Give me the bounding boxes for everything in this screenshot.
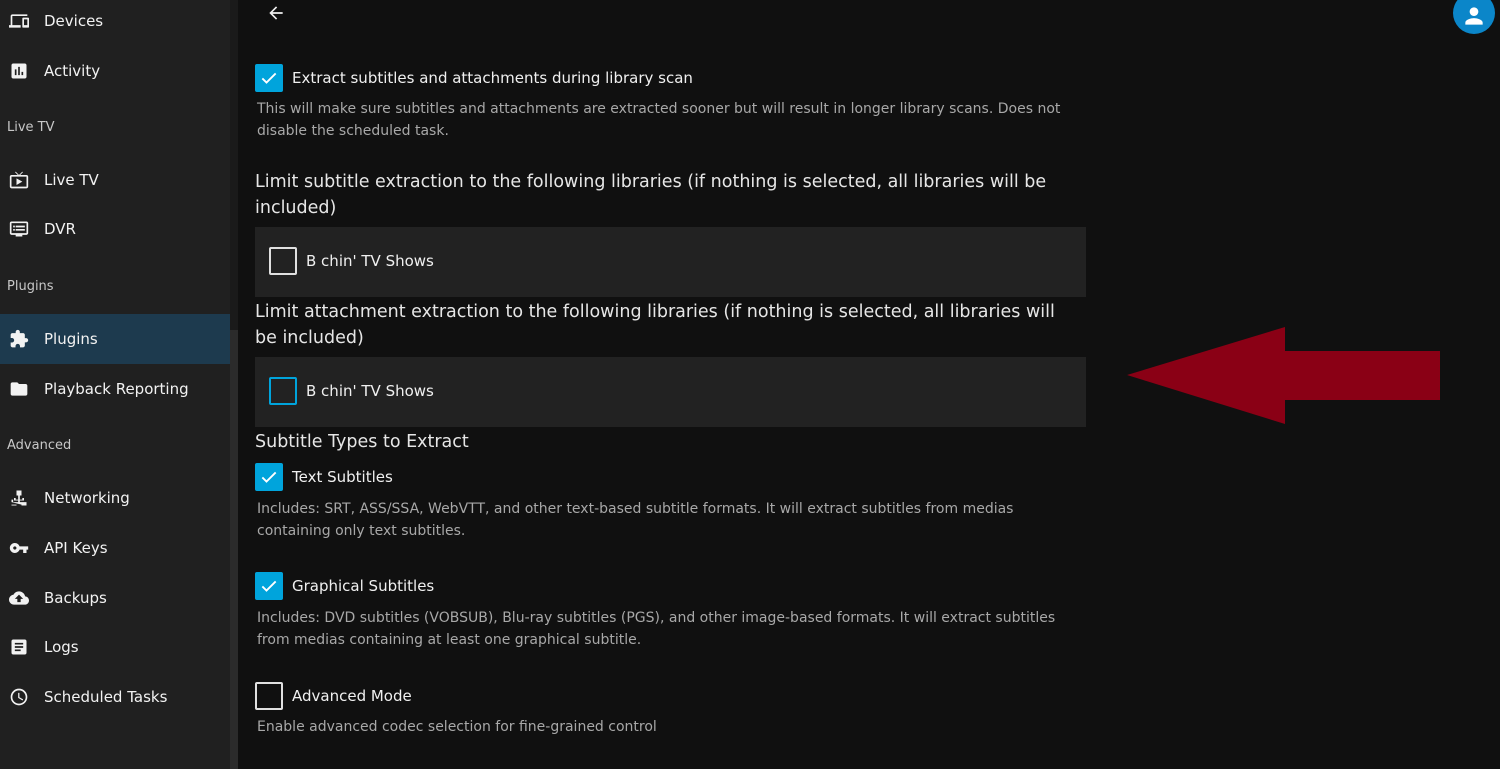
advanced-mode-description: Enable advanced codec selection for fine… (257, 719, 657, 735)
attachment-library-checkbox[interactable]: B chin' TV Shows (269, 377, 434, 405)
sidebar-item-label: Playback Reporting (44, 380, 189, 398)
graphical-subtitles-description: Includes: DVD subtitles (VOBSUB), Blu-ra… (257, 610, 1056, 648)
checkbox-label: B chin' TV Shows (306, 382, 434, 400)
checkbox-label: Advanced Mode (292, 687, 412, 705)
cloud-upload-icon (8, 587, 30, 609)
advanced-mode-checkbox[interactable]: Advanced Mode (255, 682, 412, 710)
scrollbar-thumb[interactable] (230, 330, 238, 769)
checkbox-checked[interactable] (255, 463, 283, 491)
arrow-back-icon (269, 6, 283, 20)
sidebar-item-plugins[interactable]: Plugins (0, 314, 230, 364)
user-avatar-button[interactable] (1453, 0, 1495, 34)
sidebar-item-label: Live TV (44, 171, 99, 189)
sidebar-item-dvr[interactable]: DVR (0, 204, 230, 254)
sidebar-item-label: API Keys (44, 539, 108, 557)
sidebar-item-label: Scheduled Tasks (44, 688, 168, 706)
checkbox-checked[interactable] (255, 64, 283, 92)
checkbox-label: Graphical Subtitles (292, 577, 435, 595)
sidebar-item-api-keys[interactable]: API Keys (0, 523, 230, 573)
sidebar-item-backups[interactable]: Backups (0, 573, 230, 623)
document-icon (8, 636, 30, 658)
devices-icon (8, 10, 30, 32)
extract-during-scan-description: This will make sure subtitles and attach… (257, 101, 1061, 139)
key-icon (8, 537, 30, 559)
sidebar-item-label: Logs (44, 638, 79, 656)
sidebar-item-playback-reporting[interactable]: Playback Reporting (0, 364, 230, 414)
checkbox-label: Extract subtitles and attachments during… (292, 69, 693, 87)
network-icon (8, 487, 30, 509)
sidebar-item-networking[interactable]: Networking (0, 473, 230, 523)
sidebar-item-devices[interactable]: Devices (0, 0, 230, 46)
checkbox-label: Text Subtitles (292, 468, 393, 486)
section-label-live-tv: Live TV (7, 120, 55, 135)
sidebar-item-label: Activity (44, 62, 101, 80)
sidebar-item-label: Networking (44, 489, 130, 507)
sidebar-item-live-tv[interactable]: Live TV (0, 155, 230, 205)
clock-icon (8, 686, 30, 708)
annotation-arrow-icon (1127, 327, 1440, 424)
sidebar-scrollbar[interactable] (230, 0, 238, 769)
sidebar-item-label: Plugins (44, 330, 98, 348)
sidebar-item-label: Devices (44, 12, 104, 30)
checkbox-unchecked[interactable] (269, 247, 297, 275)
live-tv-icon (8, 169, 30, 191)
check-icon (261, 471, 277, 483)
check-icon (261, 72, 277, 84)
text-subtitles-checkbox[interactable]: Text Subtitles (255, 463, 393, 491)
attachment-limit-heading: Limit attachment extraction to the follo… (255, 302, 1055, 348)
checkbox-checked[interactable] (255, 572, 283, 600)
subtitle-library-list: B chin' TV Shows (255, 227, 1086, 297)
sidebar-item-label: DVR (44, 220, 76, 238)
section-label-plugins: Plugins (7, 279, 54, 294)
back-button[interactable] (262, 0, 290, 26)
folder-icon (8, 378, 30, 400)
attachment-library-list: B chin' TV Shows (255, 357, 1086, 427)
sidebar-item-label: Backups (44, 589, 107, 607)
activity-icon (8, 60, 30, 82)
text-subtitles-description: Includes: SRT, ASS/SSA, WebVTT, and othe… (257, 501, 1014, 539)
subtitle-types-heading: Subtitle Types to Extract (255, 432, 469, 452)
check-icon (261, 580, 277, 592)
sidebar-item-logs[interactable]: Logs (0, 622, 230, 672)
sidebar-item-activity[interactable]: Activity (0, 46, 230, 96)
extract-during-scan-checkbox[interactable]: Extract subtitles and attachments during… (255, 64, 693, 92)
checkbox-unchecked[interactable] (255, 682, 283, 710)
dvr-icon (8, 218, 30, 240)
subtitle-library-checkbox[interactable]: B chin' TV Shows (269, 247, 434, 275)
person-icon (1465, 7, 1483, 25)
subtitle-limit-heading: Limit subtitle extraction to the followi… (255, 172, 1047, 218)
section-label-advanced: Advanced (7, 438, 72, 453)
sidebar: Devices Activity Live TV Live TV DVR Plu… (0, 0, 230, 769)
sidebar-item-scheduled-tasks[interactable]: Scheduled Tasks (0, 672, 230, 722)
graphical-subtitles-checkbox[interactable]: Graphical Subtitles (255, 572, 434, 600)
puzzle-icon (8, 328, 30, 350)
checkbox-unchecked[interactable] (269, 377, 297, 405)
checkbox-label: B chin' TV Shows (306, 252, 434, 270)
